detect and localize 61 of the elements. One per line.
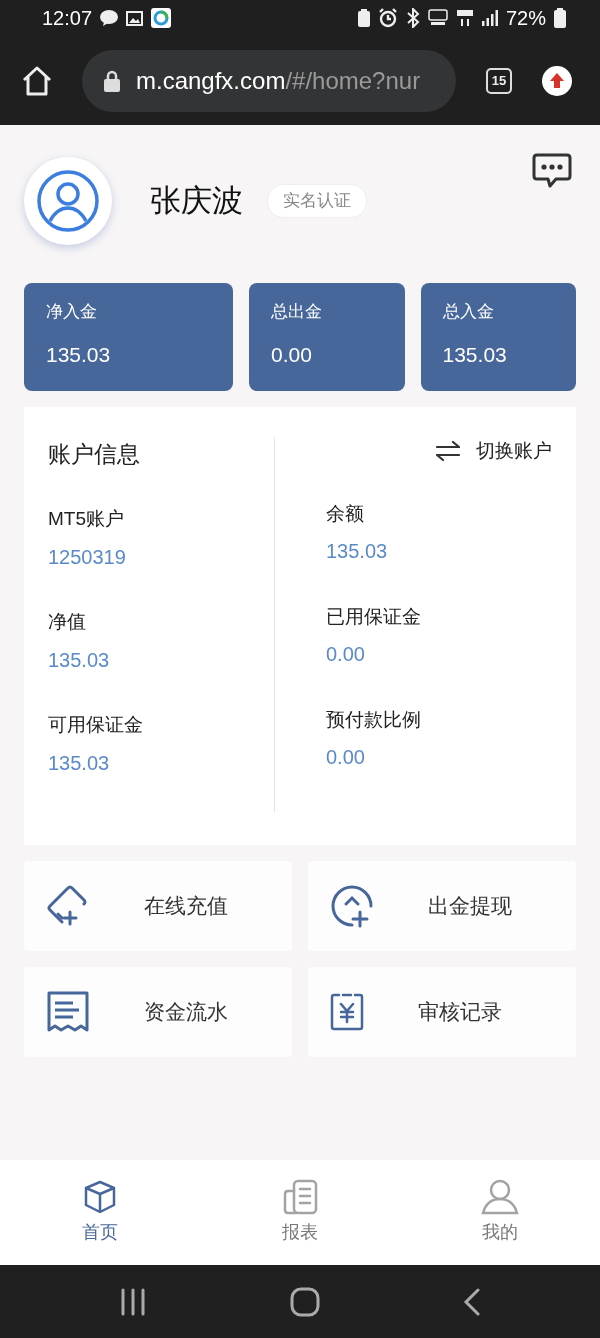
action-label: 审核记录	[418, 999, 502, 1026]
circle-plus-icon	[330, 884, 374, 928]
action-label: 出金提现	[428, 893, 512, 920]
verification-badge[interactable]: 实名认证	[267, 184, 367, 218]
stat-value: 135.03	[442, 341, 508, 368]
clock-text: 12:07	[42, 6, 93, 31]
action-label: 在线充值	[144, 893, 228, 920]
document-icon	[282, 1179, 318, 1215]
action-tile[interactable]: 审核记录	[308, 967, 576, 1057]
chat-bubble-icon	[100, 10, 119, 26]
yen-document-icon	[330, 992, 364, 1032]
field-value: 0.00	[326, 745, 366, 770]
recent-apps-icon[interactable]	[119, 1287, 148, 1316]
message-icon[interactable]	[532, 153, 572, 189]
action-tile[interactable]: 出金提现	[308, 861, 576, 951]
battery-percent: 72%	[505, 6, 546, 31]
switch-account-button[interactable]: 切换账户	[436, 437, 552, 466]
stat-label: 总出金	[271, 301, 323, 323]
nav-tab[interactable]: 我的	[400, 1179, 600, 1246]
stat-value: 0.00	[271, 341, 313, 368]
field-value: 135.03	[326, 539, 389, 564]
field-label: 净值	[48, 610, 87, 634]
person-icon	[481, 1179, 519, 1215]
user-name: 张庆波	[150, 181, 243, 220]
app-icon	[151, 8, 172, 28]
battery-saver-icon	[357, 9, 370, 27]
field-value: 135.03	[48, 647, 111, 673]
user-icon	[37, 170, 99, 232]
field-label: 可用保证金	[48, 713, 144, 737]
section-title: 账户信息	[48, 440, 141, 469]
cube-icon	[82, 1179, 118, 1215]
stat-label: 总入金	[442, 301, 495, 323]
signal-icon	[481, 10, 498, 26]
stat-label: 净入金	[46, 301, 98, 323]
alarm-icon	[377, 8, 398, 28]
avatar[interactable]	[24, 157, 112, 245]
stat-value: 135.03	[46, 341, 112, 368]
nav-tab[interactable]: 首页	[0, 1179, 200, 1246]
back-icon[interactable]	[462, 1287, 481, 1316]
bluetooth-icon	[405, 8, 420, 28]
swap-icon	[436, 441, 460, 462]
field-value: 0.00	[326, 642, 366, 667]
field-label: MT5账户	[48, 507, 125, 531]
action-label: 资金流水	[144, 999, 228, 1026]
tab-count-button[interactable]: 15	[486, 67, 512, 94]
action-tile[interactable]: 资金流水	[24, 967, 292, 1057]
home-icon[interactable]	[22, 65, 52, 96]
battery-icon	[554, 8, 566, 28]
nav-tab[interactable]: 报表	[200, 1179, 400, 1246]
field-label: 预付款比例	[326, 707, 422, 732]
field-label: 余额	[326, 501, 365, 526]
receipt-icon	[46, 990, 90, 1034]
address-bar[interactable]: m.cangfx.com/#/home?nur	[82, 49, 456, 112]
url-text: m.cangfx.com/#/home?nur	[136, 65, 421, 96]
lock-icon	[104, 69, 120, 92]
field-value: 1250319	[48, 544, 127, 570]
field-value: 135.03	[48, 750, 111, 776]
action-tile[interactable]: 在线充值	[24, 861, 292, 951]
image-icon	[126, 10, 144, 26]
home-button-icon[interactable]	[290, 1286, 320, 1317]
field-label: 已用保证金	[326, 604, 422, 629]
